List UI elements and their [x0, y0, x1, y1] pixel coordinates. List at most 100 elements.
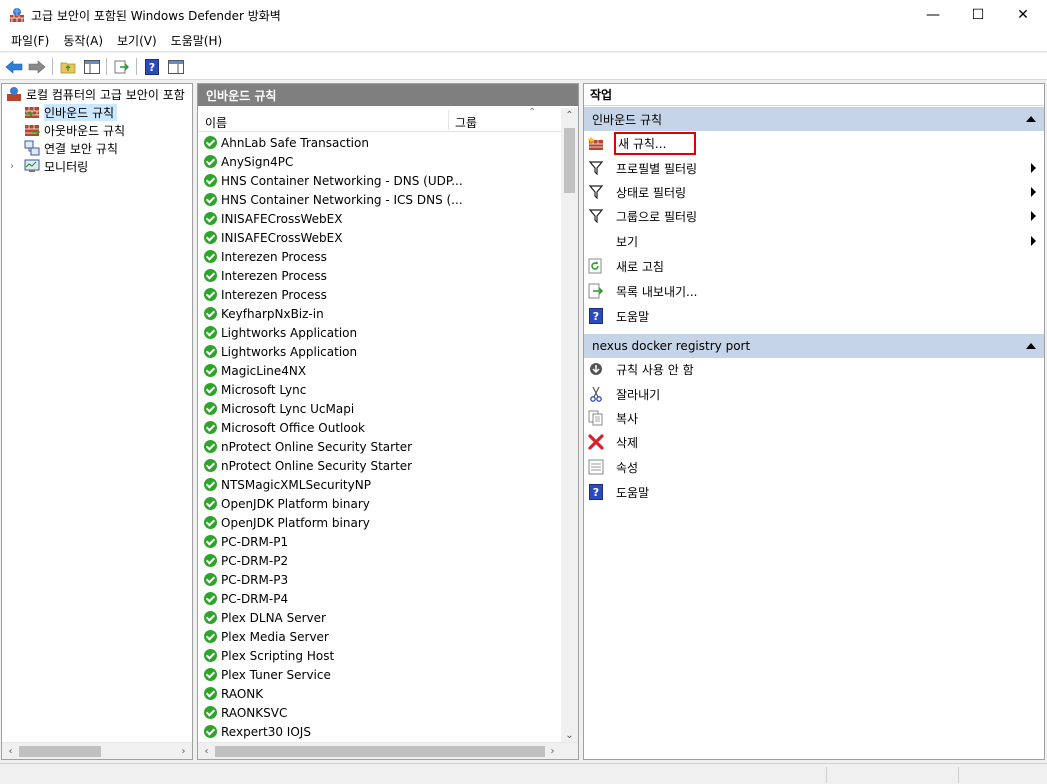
- rule-name: KeyfharpNxBiz-in: [221, 306, 324, 321]
- scroll-left-icon[interactable]: ‹: [199, 744, 214, 759]
- maximize-button[interactable]: ☐: [955, 0, 1001, 30]
- rule-row[interactable]: PC-DRM-P3: [204, 570, 288, 589]
- status-divider: [958, 767, 959, 783]
- rule-row[interactable]: OpenJDK Platform binary: [204, 513, 370, 532]
- horizontal-scrollbar[interactable]: ‹ ›: [2, 742, 192, 759]
- menu-view[interactable]: 보기(V): [110, 32, 164, 49]
- rule-row[interactable]: Rexpert30 IOJS: [204, 722, 311, 741]
- action-refresh[interactable]: 새로 고침: [588, 255, 1042, 277]
- rule-row[interactable]: Interezen Process: [204, 266, 327, 285]
- tree-item-connection-security-rules[interactable]: 연결 보안 규칙: [24, 139, 118, 157]
- action-new-rule[interactable]: 새 규칙...: [588, 131, 1042, 155]
- rule-row[interactable]: nProtect Online Security Starter: [204, 437, 412, 456]
- section-inbound-rules[interactable]: 인바운드 규칙: [584, 107, 1044, 131]
- rule-row[interactable]: Plex Media Server: [204, 627, 329, 646]
- close-button[interactable]: ✕: [1000, 0, 1046, 30]
- collapse-icon[interactable]: [1026, 116, 1036, 122]
- scroll-thumb[interactable]: [564, 128, 575, 193]
- title-bar: 고급 보안이 포함된 Windows Defender 방화벽 — ☐ ✕: [0, 0, 1047, 30]
- action-disable-rule[interactable]: 규칙 사용 안 함: [588, 358, 1042, 380]
- menu-bar: 파일(F) 동작(A) 보기(V) 도움말(H): [0, 30, 1047, 52]
- show-hide-tree-icon[interactable]: [82, 57, 102, 77]
- scroll-left-icon[interactable]: ‹: [3, 744, 18, 759]
- tree-root[interactable]: 로컬 컴퓨터의 고급 보안이 포함: [6, 85, 185, 103]
- rule-row[interactable]: Interezen Process: [204, 285, 327, 304]
- chevron-right-icon[interactable]: ›: [10, 161, 20, 172]
- action-delete[interactable]: 삭제: [588, 431, 1042, 453]
- scroll-thumb[interactable]: [19, 746, 101, 757]
- collapse-icon[interactable]: [1026, 343, 1036, 349]
- tree-item-outbound-rules[interactable]: 아웃바운드 규칙: [24, 121, 125, 139]
- rule-row[interactable]: Plex Scripting Host: [204, 646, 334, 665]
- rule-row[interactable]: Lightworks Application: [204, 342, 357, 361]
- scroll-up-icon[interactable]: ⌃: [562, 108, 577, 123]
- rule-row[interactable]: Lightworks Application: [204, 323, 357, 342]
- rule-enabled-check-icon: [204, 668, 217, 681]
- rule-row[interactable]: INISAFECrossWebEX: [204, 228, 342, 247]
- rule-row[interactable]: Plex Tuner Service: [204, 665, 331, 684]
- rule-row[interactable]: nProtect Online Security Starter: [204, 456, 412, 475]
- action-copy[interactable]: 복사: [588, 407, 1042, 429]
- scroll-down-icon[interactable]: ⌄: [562, 728, 577, 743]
- rule-row[interactable]: INISAFECrossWebEX: [204, 209, 342, 228]
- export-list-icon[interactable]: [112, 57, 132, 77]
- rule-enabled-check-icon: [204, 687, 217, 700]
- action-export-list[interactable]: 목록 내보내기...: [588, 280, 1042, 302]
- show-action-pane-icon[interactable]: [166, 57, 186, 77]
- vertical-scrollbar[interactable]: ⌃ ⌄: [561, 108, 578, 744]
- rule-name: NTSMagicXMLSecurityNP: [221, 477, 371, 492]
- column-name-header[interactable]: 이름: [205, 114, 227, 131]
- up-folder-icon[interactable]: [58, 57, 78, 77]
- rule-row[interactable]: NTSMagicXMLSecurityNP: [204, 475, 371, 494]
- rule-row[interactable]: OpenJDK Platform binary: [204, 494, 370, 513]
- action-filter-by-state[interactable]: 상태로 필터링: [588, 181, 1042, 203]
- tree-item-inbound-rules[interactable]: 인바운드 규칙: [24, 103, 118, 121]
- rule-enabled-check-icon: [204, 288, 217, 301]
- help-icon[interactable]: ?: [142, 57, 162, 77]
- section-selected-rule[interactable]: nexus docker registry port: [584, 334, 1044, 358]
- action-filter-by-group[interactable]: 그룹으로 필터링: [588, 205, 1042, 227]
- action-label: 목록 내보내기...: [616, 284, 698, 299]
- action-label: 프로필별 필터링: [616, 161, 698, 176]
- rule-name: Microsoft Lync UcMapi: [221, 401, 355, 416]
- rule-row[interactable]: Microsoft Lync: [204, 380, 306, 399]
- rule-row[interactable]: RAONK: [204, 684, 263, 703]
- action-properties[interactable]: 속성: [588, 456, 1042, 478]
- rule-row[interactable]: Microsoft Office Outlook: [204, 418, 365, 437]
- scroll-thumb[interactable]: [215, 746, 545, 757]
- menu-file[interactable]: 파일(F): [4, 32, 56, 49]
- minimize-button[interactable]: —: [910, 0, 956, 30]
- back-icon[interactable]: [4, 57, 24, 77]
- cut-icon: [588, 386, 604, 402]
- rule-row[interactable]: MagicLine4NX: [204, 361, 306, 380]
- scroll-right-icon[interactable]: ›: [545, 744, 560, 759]
- action-view[interactable]: 보기: [588, 230, 1042, 252]
- submenu-arrow-icon: [1031, 163, 1036, 173]
- action-help[interactable]: ? 도움말: [588, 305, 1042, 327]
- rule-row[interactable]: HNS Container Networking - ICS DNS (...: [204, 190, 463, 209]
- rule-row[interactable]: PC-DRM-P2: [204, 551, 288, 570]
- rule-row[interactable]: RAONKSVC: [204, 703, 287, 722]
- column-divider[interactable]: [448, 110, 449, 130]
- menu-action[interactable]: 동작(A): [56, 32, 110, 49]
- rule-row[interactable]: PC-DRM-P1: [204, 532, 288, 551]
- action-filter-by-profile[interactable]: 프로필별 필터링: [588, 157, 1042, 179]
- rule-row[interactable]: Plex DLNA Server: [204, 608, 326, 627]
- rule-row[interactable]: AhnLab Safe Transaction: [204, 133, 369, 152]
- column-group-header[interactable]: 그룹: [455, 114, 477, 131]
- status-bar: [0, 763, 1047, 784]
- rule-row[interactable]: HNS Container Networking - DNS (UDP...: [204, 171, 463, 190]
- horizontal-scrollbar[interactable]: ‹ ›: [198, 742, 578, 759]
- action-help-rule[interactable]: ? 도움말: [588, 481, 1042, 503]
- tree-item-monitoring[interactable]: › 모니터링: [10, 157, 88, 175]
- menu-help[interactable]: 도움말(H): [164, 32, 230, 49]
- rule-row[interactable]: Interezen Process: [204, 247, 327, 266]
- action-cut[interactable]: 잘라내기: [588, 383, 1042, 405]
- scroll-right-icon[interactable]: ›: [176, 744, 191, 759]
- actions-panel: 작업 인바운드 규칙 새 규칙... 프로필별 필터링 상태로 필터링 그룹으로…: [583, 83, 1045, 760]
- rule-row[interactable]: PC-DRM-P4: [204, 589, 288, 608]
- rule-row[interactable]: KeyfharpNxBiz-in: [204, 304, 324, 323]
- rule-row[interactable]: AnySign4PC: [204, 152, 293, 171]
- forward-icon[interactable]: [27, 57, 47, 77]
- rule-row[interactable]: Microsoft Lync UcMapi: [204, 399, 354, 418]
